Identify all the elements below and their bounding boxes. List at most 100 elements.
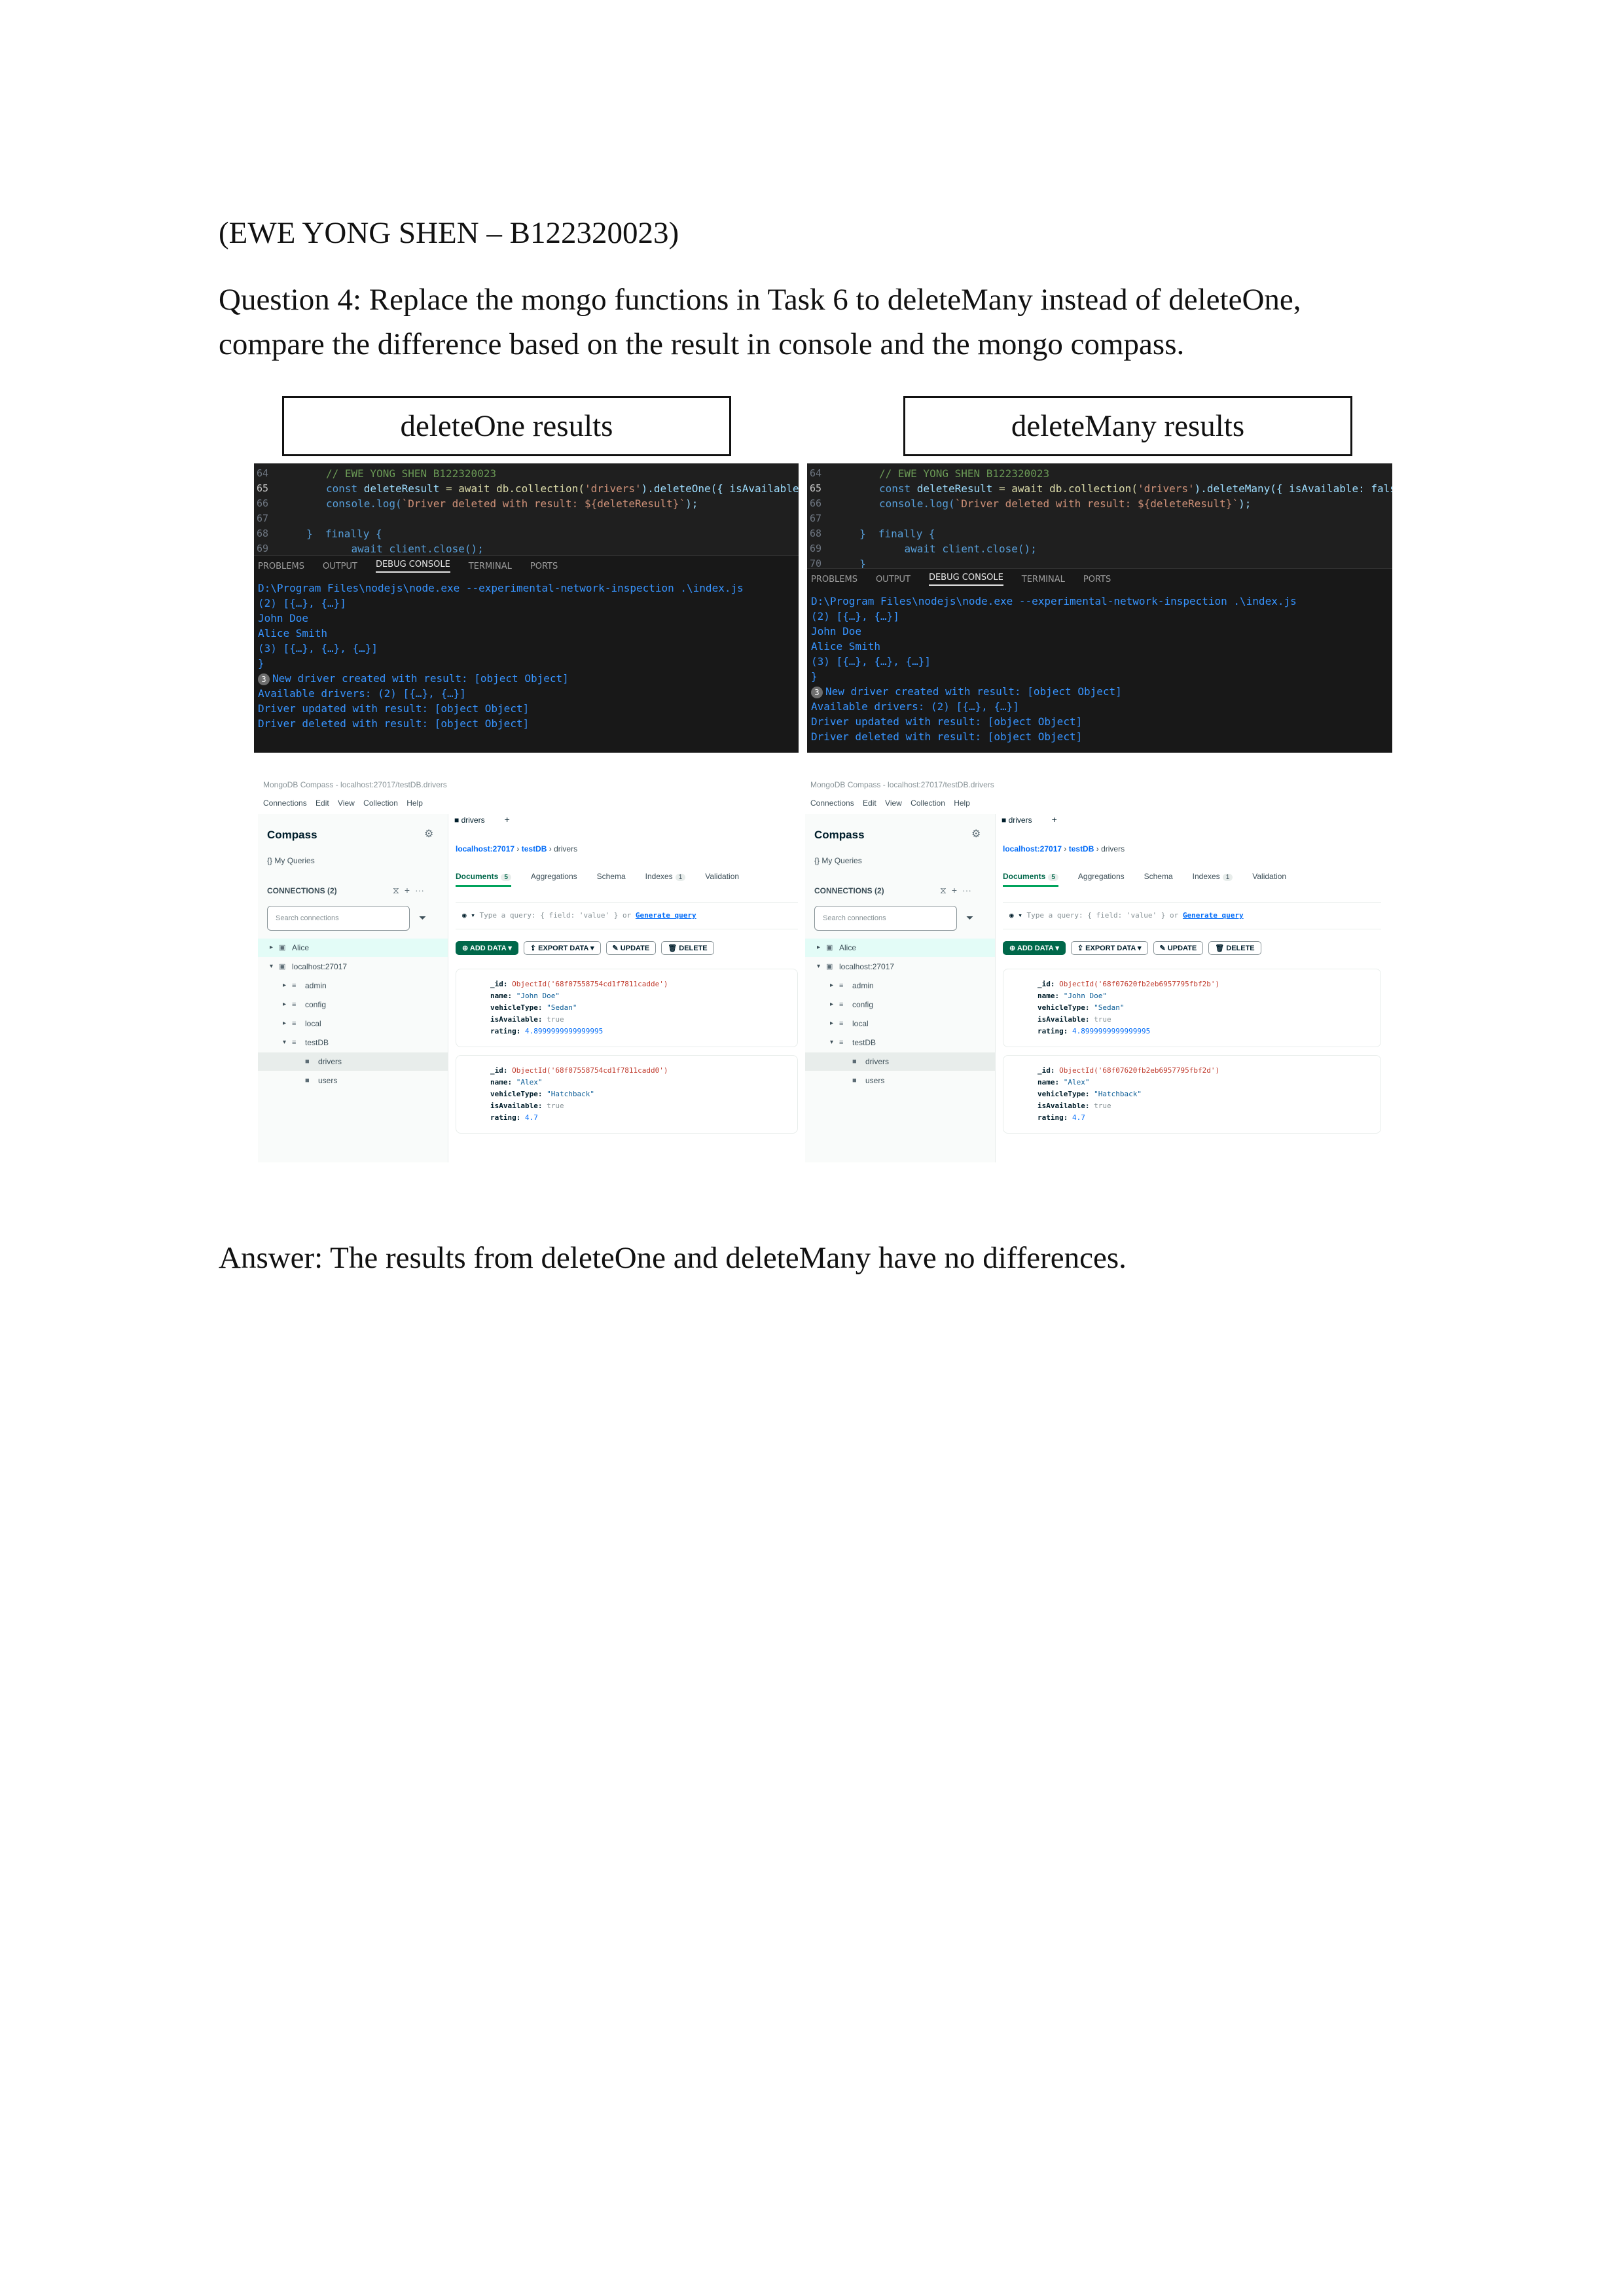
document-field: rating: 4.8999999999999995 <box>1038 1026 1150 1037</box>
add-data-button[interactable]: ⊕ ADD DATA ▾ <box>456 941 518 955</box>
caret-icon: ▸ <box>830 1020 834 1027</box>
tree-item-drivers[interactable]: ■ drivers <box>805 1052 995 1071</box>
tree-item-local[interactable]: ▸ ≡ local <box>258 1014 448 1033</box>
field-key: rating: <box>1038 1027 1072 1035</box>
query-bar[interactable]: ◉ ▾ Type a query: { field: 'value' } or … <box>456 902 798 929</box>
document-card[interactable]: _id: ObjectId('68f07620fb2eb6957795fbf2b… <box>1003 969 1381 1047</box>
connection-tools: ⧖+⋯ <box>940 885 977 896</box>
panel-tab-output[interactable]: OUTPUT <box>876 575 911 584</box>
panel-tab-problems[interactable]: PROBLEMS <box>258 562 304 571</box>
tree-item-testdb[interactable]: ▾ ≡ testDB <box>805 1033 995 1052</box>
add-connection-icon[interactable]: + <box>405 885 415 895</box>
document-card[interactable]: _id: ObjectId('68f07558754cd1f7811cadde'… <box>456 969 798 1047</box>
tree-item-users[interactable]: ■ users <box>258 1071 448 1090</box>
document-card[interactable]: _id: ObjectId('68f07620fb2eb6957795fbf2d… <box>1003 1055 1381 1134</box>
vscode-panel-deleteone: 64 // EWE YONG SHEN B122320023 65 const del… <box>254 463 799 753</box>
panel-tab-ports[interactable]: PORTS <box>1083 575 1111 584</box>
line-number: 64 <box>257 467 269 479</box>
panel-tab-terminal[interactable]: TERMINAL <box>1022 575 1065 584</box>
panel-tab-output[interactable]: OUTPUT <box>323 562 357 571</box>
gear-icon[interactable]: ⚙ <box>971 827 981 840</box>
tab-aggregations[interactable]: Aggregations <box>1078 872 1125 887</box>
document-card[interactable]: _id: ObjectId('68f07558754cd1f7811cadd0'… <box>456 1055 798 1134</box>
panel-tab-ports[interactable]: PORTS <box>530 562 558 571</box>
update-button[interactable]: ✎ UPDATE <box>1153 941 1204 955</box>
new-tab-icon[interactable]: + <box>1052 814 1057 825</box>
console-text: (3) [{…}, {…}, {…}] <box>258 642 378 655</box>
tree-item-alice[interactable]: ▸ ▣ Alice <box>258 939 448 957</box>
tree-item-local[interactable]: ▸ ≡ local <box>805 1014 995 1033</box>
line-number: 65 <box>810 482 822 494</box>
delete-button[interactable]: 🗑 DELETE <box>661 941 714 955</box>
query-bar[interactable]: ◉ ▾ Type a query: { field: 'value' } or … <box>1003 902 1381 929</box>
database-icon: ≡ <box>292 1001 297 1009</box>
tree-item-label: config <box>305 1000 327 1009</box>
tree-item-drivers[interactable]: ■ drivers <box>258 1052 448 1071</box>
search-connections-input[interactable]: Search connections <box>814 906 957 931</box>
sort-icon[interactable]: ⧖ <box>940 885 952 895</box>
filter-icon[interactable]: ⏷ <box>966 912 973 924</box>
options-icon: ◉ ▾ <box>1009 911 1027 920</box>
gear-icon[interactable]: ⚙ <box>424 827 433 840</box>
tree-item-alice[interactable]: ▸ ▣ Alice <box>805 939 995 957</box>
document-field: rating: 4.7 <box>490 1112 538 1124</box>
console-line: John Doe <box>811 624 861 639</box>
panel-tab-problems[interactable]: PROBLEMS <box>811 575 857 584</box>
tree-item-localhost-27017[interactable]: ▾ ▣ localhost:27017 <box>258 958 448 976</box>
tab-indexes[interactable]: Indexes 1 <box>645 872 686 887</box>
field-value: true <box>547 1015 564 1024</box>
tab-validation[interactable]: Validation <box>705 872 739 887</box>
my-queries-link[interactable]: {} My Queries <box>267 856 315 865</box>
tab-schema[interactable]: Schema <box>597 872 626 887</box>
code-text: await client.close(); <box>326 541 484 556</box>
code-line: 66 console.log(`Driver deleted with resul… <box>254 496 799 511</box>
tree-item-testdb[interactable]: ▾ ≡ testDB <box>258 1033 448 1052</box>
code-line: 67 <box>254 511 799 526</box>
more-icon[interactable]: ⋯ <box>415 885 429 895</box>
tab-label: Documents <box>1003 872 1046 881</box>
add-data-button[interactable]: ⊕ ADD DATA ▾ <box>1003 941 1066 955</box>
code-line: 65 const deleteResult = await db.collecti… <box>254 481 799 496</box>
tree-item-admin[interactable]: ▸ ≡ admin <box>258 977 448 995</box>
collection-tab[interactable]: ■ drivers + <box>454 814 510 825</box>
panel-tab-terminal[interactable]: TERMINAL <box>469 562 512 571</box>
tab-schema[interactable]: Schema <box>1144 872 1173 887</box>
database-icon: ≡ <box>839 1001 844 1009</box>
collection-subtabs: Documents 5 Aggregations Schema Indexes 1 Vali… <box>1003 872 1286 887</box>
collection-tab[interactable]: ■ drivers + <box>1001 814 1057 825</box>
search-connections-input[interactable]: Search connections <box>267 906 410 931</box>
document-field: _id: ObjectId('68f07558754cd1f7811cadde'… <box>490 978 668 990</box>
tab-documents[interactable]: Documents 5 <box>456 872 511 887</box>
tree-item-localhost-27017[interactable]: ▾ ▣ localhost:27017 <box>805 958 995 976</box>
new-tab-icon[interactable]: + <box>505 814 510 825</box>
more-icon[interactable]: ⋯ <box>962 885 977 895</box>
export-data-button[interactable]: ⇪ EXPORT DATA ▾ <box>1070 941 1148 955</box>
toolbar: ⊕ ADD DATA ▾ ⇪ EXPORT DATA ▾ ✎ UPDATE 🗑 DEL… <box>456 941 714 955</box>
filter-icon[interactable]: ⏷ <box>419 912 426 924</box>
delete-button[interactable]: 🗑 DELETE <box>1208 941 1261 955</box>
export-data-button[interactable]: ⇪ EXPORT DATA ▾ <box>523 941 601 955</box>
tab-indexes[interactable]: Indexes 1 <box>1193 872 1233 887</box>
code-line: 68} finally { <box>807 526 1392 541</box>
field-key: _id: <box>490 980 513 988</box>
update-button[interactable]: ✎ UPDATE <box>605 941 657 955</box>
tree-item-admin[interactable]: ▸ ≡ admin <box>805 977 995 995</box>
console-text: D:\Program Files\nodejs\node.exe --exper… <box>258 582 744 594</box>
panel-tab-debug-console[interactable]: DEBUG CONSOLE <box>375 560 450 573</box>
code-token: = await db.collection( <box>439 482 585 495</box>
tab-documents[interactable]: Documents 5 <box>1003 872 1058 887</box>
add-connection-icon[interactable]: + <box>952 885 962 895</box>
code-line: 64 // EWE YONG SHEN B122320023 <box>254 466 799 481</box>
panel-tab-debug-console[interactable]: DEBUG CONSOLE <box>928 573 1003 586</box>
tree-item-config[interactable]: ▸ ≡ config <box>805 996 995 1014</box>
my-queries-link[interactable]: {} My Queries <box>814 856 862 865</box>
tree-item-config[interactable]: ▸ ≡ config <box>258 996 448 1014</box>
update-icon: ✎ <box>1159 944 1168 952</box>
tab-aggregations[interactable]: Aggregations <box>531 872 577 887</box>
console-line: D:\Program Files\nodejs\node.exe --exper… <box>811 594 1297 609</box>
tab-validation[interactable]: Validation <box>1252 872 1286 887</box>
sort-icon[interactable]: ⧖ <box>393 885 405 895</box>
field-value: "Sedan" <box>1094 1003 1125 1012</box>
document-field: isAvailable: true <box>1038 1100 1111 1112</box>
tree-item-users[interactable]: ■ users <box>805 1071 995 1090</box>
